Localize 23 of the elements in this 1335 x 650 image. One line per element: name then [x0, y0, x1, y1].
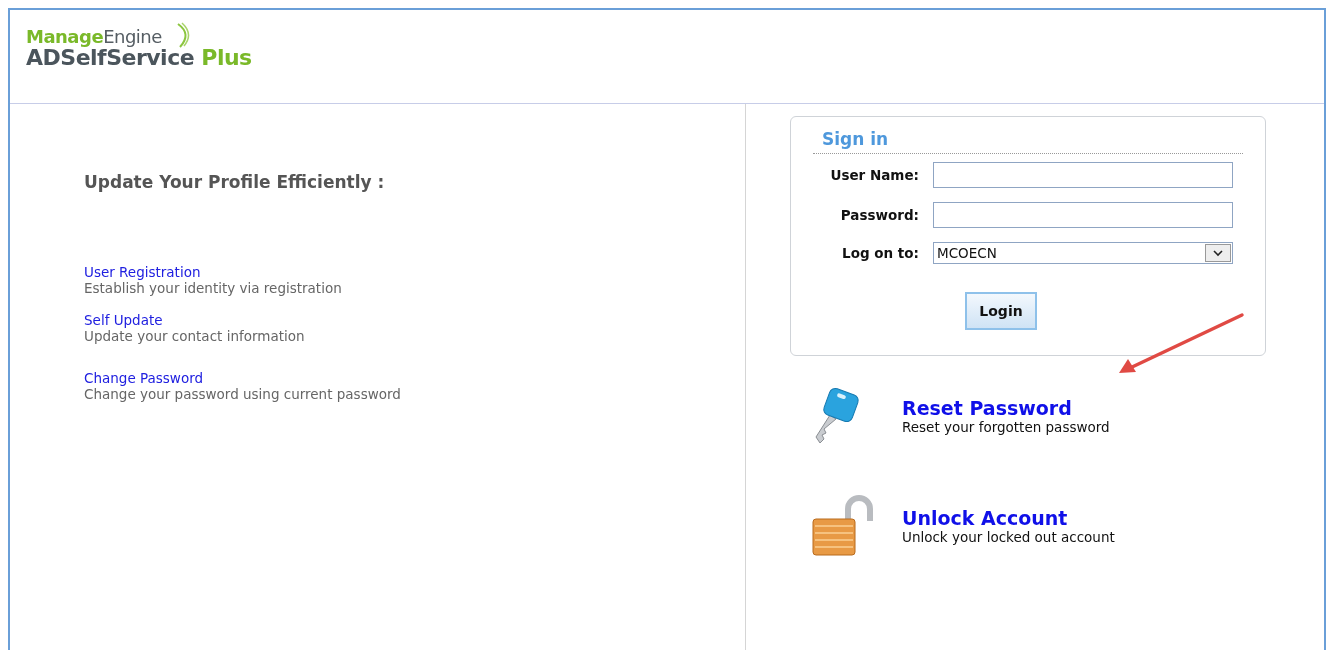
- sign-in-title: Sign in: [813, 129, 1243, 154]
- section-heading: Update Your Profile Efficiently :: [84, 172, 386, 192]
- feature-description: Update your contact information: [84, 328, 305, 344]
- action-link[interactable]: Reset Password: [902, 397, 1072, 419]
- feature-link[interactable]: User Registration: [84, 264, 201, 280]
- brand-logo: ManageEngine: [26, 26, 162, 47]
- domain-dropdown[interactable]: MCOECN: [933, 242, 1233, 264]
- input-field[interactable]: [933, 202, 1233, 228]
- action-link[interactable]: Unlock Account: [902, 507, 1068, 529]
- action-description: Reset your forgotten password: [902, 419, 1110, 435]
- open-padlock-icon: [810, 495, 876, 557]
- feature-link[interactable]: Self Update: [84, 312, 163, 328]
- feature-description: Change your password using current password: [84, 386, 401, 402]
- field-label: User Name:: [829, 167, 919, 183]
- action-description: Unlock your locked out account: [902, 529, 1115, 545]
- feature-description: Establish your identity via registration: [84, 280, 342, 296]
- feature-link[interactable]: Change Password: [84, 370, 204, 386]
- chevron-icon: [1213, 249, 1223, 257]
- input-field[interactable]: [933, 162, 1233, 188]
- swoosh-icon: [176, 22, 192, 48]
- field-label: Password:: [839, 207, 919, 223]
- login-button[interactable]: Login: [965, 292, 1037, 330]
- field-label: Log on to:: [841, 245, 919, 261]
